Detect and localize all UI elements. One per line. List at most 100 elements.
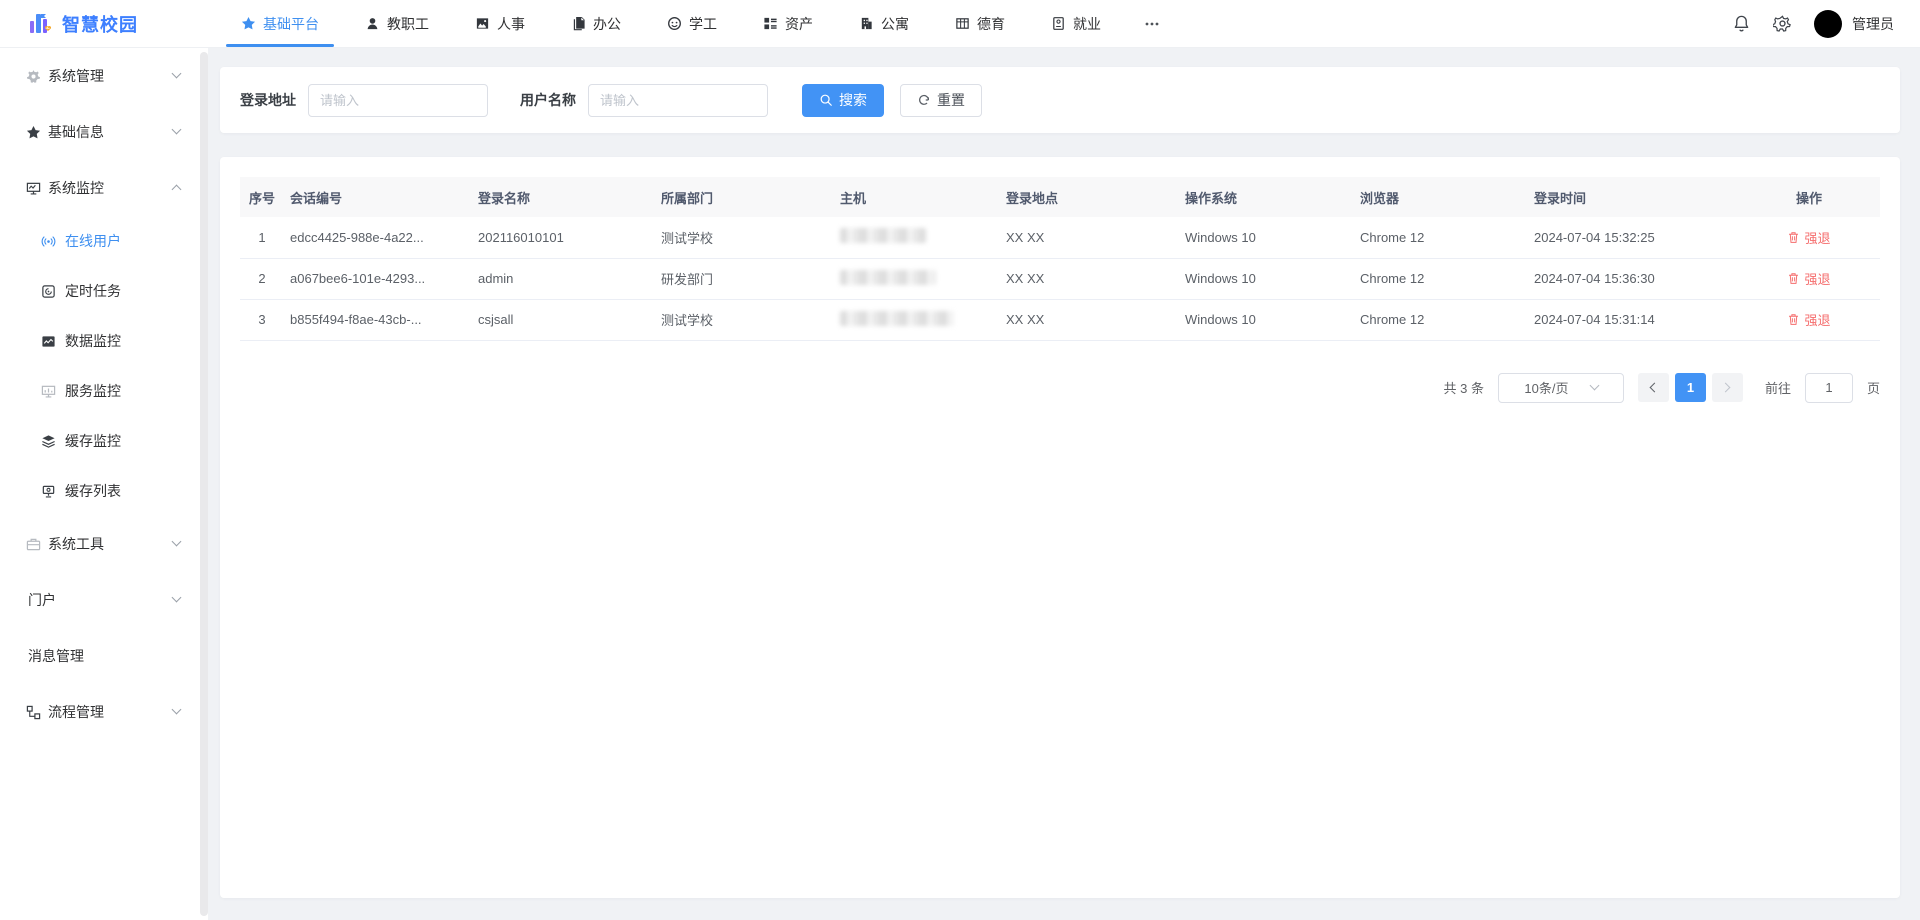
total-count-label: 共 3 条 (1444, 378, 1484, 397)
col-login-name: 登录名称 (472, 177, 655, 217)
host-cell-redacted (834, 217, 1000, 258)
server-monitor-icon (40, 384, 56, 399)
id-card-icon (475, 16, 490, 31)
user-name-input[interactable] (588, 84, 768, 117)
chevron-down-icon (172, 69, 182, 79)
force-logout-button[interactable]: 强退 (1787, 269, 1830, 288)
chevron-left-icon (1650, 383, 1660, 393)
tab-employment[interactable]: 就业 (1028, 0, 1124, 47)
table-row: 3 b855f494-f8ae-43cb-... csjsall 测试学校 XX… (240, 299, 1880, 340)
tab-office[interactable]: 办公 (548, 0, 644, 47)
next-page-button[interactable] (1712, 373, 1743, 402)
tab-hr[interactable]: 人事 (452, 0, 548, 47)
page-number-1[interactable]: 1 (1675, 373, 1706, 402)
col-action: 操作 (1738, 177, 1880, 217)
table-row: 1 edcc4425-988e-4a22... 202116010101 测试学… (240, 217, 1880, 258)
tab-apartment[interactable]: 公寓 (836, 0, 932, 47)
chevron-down-icon (172, 537, 182, 547)
tab-assets[interactable]: 资产 (740, 0, 836, 47)
sidebar-item-process-management[interactable]: 流程管理 (0, 684, 208, 740)
sidebar-item-service-monitor[interactable]: 服务监控 (0, 366, 208, 416)
bell-icon[interactable] (1732, 14, 1751, 33)
host-cell-redacted (834, 258, 1000, 299)
online-users-panel: 序号 会话编号 登录名称 所属部门 主机 登录地点 操作系统 浏览器 登录时间 … (220, 157, 1900, 898)
col-host: 主机 (834, 177, 1000, 217)
tab-base-platform[interactable]: 基础平台 (218, 0, 342, 47)
chevron-down-icon (1589, 381, 1599, 391)
app-logo[interactable]: 智慧校园 (0, 0, 200, 47)
search-button[interactable]: 搜索 (802, 84, 884, 117)
nav-more-button[interactable] (1124, 0, 1180, 47)
reset-button[interactable]: 重置 (900, 84, 982, 117)
table-header-row: 序号 会话编号 登录名称 所属部门 主机 登录地点 操作系统 浏览器 登录时间 … (240, 177, 1880, 217)
sidebar-scrollbar[interactable] (200, 52, 208, 916)
login-address-label: 登录地址 (240, 90, 296, 110)
user-name-label: 用户名称 (520, 90, 576, 110)
monitor-chart-icon (25, 181, 41, 196)
chevron-down-icon (172, 125, 182, 135)
data-chart-icon (40, 334, 56, 349)
col-login-time: 登录时间 (1528, 177, 1738, 217)
page-size-select[interactable]: 10条/页 (1498, 373, 1624, 403)
sidebar-item-cache-list[interactable]: 缓存列表 (0, 466, 208, 516)
top-nav-tabs: 基础平台 教职工 人事 办公 学工 (218, 0, 1180, 47)
sidebar-item-data-monitor[interactable]: 数据监控 (0, 316, 208, 366)
person-icon (365, 16, 380, 31)
search-icon (819, 93, 833, 107)
star-icon (25, 125, 41, 140)
chevron-down-icon (172, 593, 182, 603)
user-name-field: 用户名称 (520, 84, 768, 117)
admin-name-label[interactable]: 管理员 (1852, 14, 1894, 34)
cache-monitor-icon (40, 484, 56, 499)
trash-icon (1787, 231, 1800, 244)
force-logout-button[interactable]: 强退 (1787, 310, 1830, 329)
sidebar-item-online-users[interactable]: 在线用户 (0, 216, 208, 266)
sidebar-item-system-monitor[interactable]: 系统监控 (0, 160, 208, 216)
sidebar-item-system-management[interactable]: 系统管理 (0, 48, 208, 104)
gear-icon[interactable] (1773, 14, 1792, 33)
session-id-cell: edcc4425-988e-4a22... (284, 217, 472, 258)
app-title: 智慧校园 (62, 11, 138, 37)
search-panel: 登录地址 用户名称 搜索 重置 (220, 67, 1900, 133)
sidebar-item-portal[interactable]: 门户 (0, 572, 208, 628)
pagination: 共 3 条 10条/页 1 前往 页 (240, 373, 1880, 403)
goto-page-input[interactable] (1805, 373, 1853, 403)
student-face-icon (667, 16, 682, 31)
badge-icon (1051, 16, 1066, 31)
star-icon (241, 16, 256, 31)
list-tree-icon (763, 16, 778, 31)
session-id-cell: a067bee6-101e-4293... (284, 258, 472, 299)
user-avatar[interactable] (1814, 10, 1842, 38)
documents-icon (571, 16, 586, 31)
sidebar-item-basic-info[interactable]: 基础信息 (0, 104, 208, 160)
login-address-field: 登录地址 (240, 84, 488, 117)
top-header: 智慧校园 基础平台 教职工 人事 办公 (0, 0, 1920, 48)
tab-faculty[interactable]: 教职工 (342, 0, 452, 47)
chevron-up-icon (172, 185, 182, 195)
timer-icon (40, 284, 56, 299)
sidebar-item-message-management[interactable]: 消息管理 (0, 628, 208, 684)
sidebar-item-scheduled-tasks[interactable]: 定时任务 (0, 266, 208, 316)
trash-icon (1787, 313, 1800, 326)
col-location: 登录地点 (1000, 177, 1179, 217)
building-icon (859, 16, 874, 31)
layers-icon (40, 434, 56, 449)
force-logout-button[interactable]: 强退 (1787, 228, 1830, 247)
table-row: 2 a067bee6-101e-4293... admin 研发部门 XX XX… (240, 258, 1880, 299)
main-content: 登录地址 用户名称 搜索 重置 (208, 48, 1920, 920)
sidebar-item-cache-monitor[interactable]: 缓存监控 (0, 416, 208, 466)
tab-moral-education[interactable]: 德育 (932, 0, 1028, 47)
col-department: 所属部门 (655, 177, 834, 217)
sidebar-item-system-tools[interactable]: 系统工具 (0, 516, 208, 572)
grid-icon (955, 16, 970, 31)
refresh-icon (917, 93, 931, 107)
col-session-id: 会话编号 (284, 177, 472, 217)
chevron-right-icon (1721, 383, 1731, 393)
chevron-down-icon (172, 705, 182, 715)
login-address-input[interactable] (308, 84, 488, 117)
goto-label: 前往 (1765, 378, 1791, 397)
header-right: 管理员 (1732, 0, 1920, 47)
campus-logo-icon (28, 11, 54, 37)
prev-page-button[interactable] (1638, 373, 1669, 402)
tab-student-affairs[interactable]: 学工 (644, 0, 740, 47)
